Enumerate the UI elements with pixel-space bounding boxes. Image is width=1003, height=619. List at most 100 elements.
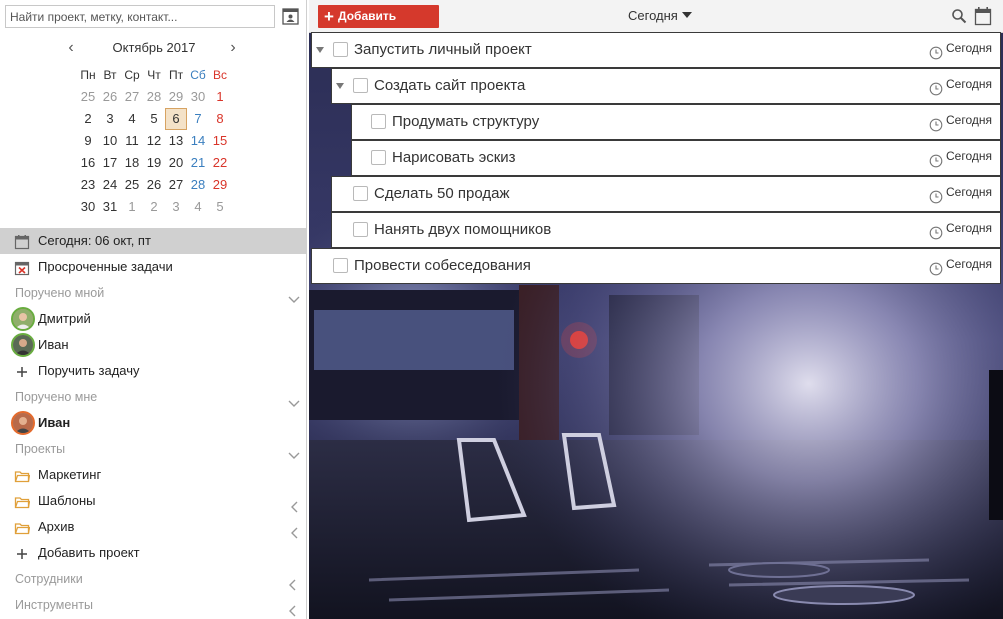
calendar-day[interactable]: 31 — [99, 196, 121, 218]
calendar-day[interactable]: 24 — [99, 174, 121, 196]
calendar-day[interactable]: 27 — [121, 86, 143, 108]
task-due-date[interactable]: Сегодня — [929, 213, 992, 243]
calendar-week-row: 25 26 27 28 29 30 1 — [77, 86, 233, 108]
calendar-day[interactable]: 15 — [209, 130, 231, 152]
task-checkbox[interactable] — [333, 258, 348, 273]
calendar-day[interactable]: 22 — [209, 152, 231, 174]
calendar-day[interactable]: 10 — [99, 130, 121, 152]
calendar-icon[interactable] — [974, 6, 992, 26]
expand-toggle-icon[interactable] — [316, 47, 324, 53]
task-title[interactable]: Нарисовать эскиз — [392, 141, 516, 174]
sidebar-item-project-archive[interactable]: Архив — [0, 514, 306, 540]
task-due-date[interactable]: Сегодня — [929, 69, 992, 99]
calendar-day[interactable]: 26 — [143, 174, 165, 196]
task-checkbox[interactable] — [371, 114, 386, 129]
calendar-day[interactable]: 3 — [165, 196, 187, 218]
calendar-day[interactable]: 17 — [99, 152, 121, 174]
due-label: Сегодня — [946, 149, 992, 163]
calendar-day[interactable]: 30 — [77, 196, 99, 218]
sidebar-item-assignee-dmitry[interactable]: Дмитрий — [0, 306, 306, 332]
task-due-date[interactable]: Сегодня — [929, 33, 992, 63]
task-title[interactable]: Провести собеседования — [354, 249, 531, 282]
section-assigned-to-me[interactable]: Поручено мне — [0, 384, 306, 410]
calendar-day[interactable]: 12 — [143, 130, 165, 152]
task-row[interactable]: Сделать 50 продаж Сегодня — [331, 176, 1001, 212]
calendar-day[interactable]: 2 — [77, 108, 99, 130]
calendar-day[interactable]: 11 — [121, 130, 143, 152]
calendar-day[interactable]: 4 — [121, 108, 143, 130]
calendar-day[interactable]: 29 — [165, 86, 187, 108]
calendar-day[interactable]: 26 — [99, 86, 121, 108]
task-row[interactable]: Создать сайт проекта Сегодня — [331, 68, 1001, 104]
calendar-day[interactable]: 2 — [143, 196, 165, 218]
calendar-day[interactable]: 9 — [77, 130, 99, 152]
calendar-day[interactable]: 20 — [165, 152, 187, 174]
sidebar-item-project-templates[interactable]: Шаблоны — [0, 488, 306, 514]
calendar-day[interactable]: 25 — [77, 86, 99, 108]
task-due-date[interactable]: Сегодня — [929, 249, 992, 279]
sidebar: ‹ Октябрь 2017 › ПнВтСрЧтПтСбВс252627282… — [0, 0, 307, 619]
calendar-day[interactable]: 4 — [187, 196, 209, 218]
calendar-day[interactable]: 30 — [187, 86, 209, 108]
calendar-day[interactable]: 18 — [121, 152, 143, 174]
prev-month-icon[interactable]: ‹ — [64, 40, 78, 56]
calendar-day[interactable]: 23 — [77, 174, 99, 196]
sidebar-item-today[interactable]: Сегодня: 06 окт, пт — [0, 228, 306, 254]
task-title[interactable]: Запустить личный проект — [354, 33, 532, 66]
task-title[interactable]: Создать сайт проекта — [374, 69, 525, 102]
section-employees[interactable]: Сотрудники — [0, 566, 306, 592]
calendar-day[interactable]: 27 — [165, 174, 187, 196]
task-title[interactable]: Продумать структуру — [392, 105, 539, 138]
task-title[interactable]: Сделать 50 продаж — [374, 177, 510, 210]
task-row[interactable]: Продумать структуру Сегодня — [351, 104, 1001, 140]
section-assigned-by-me[interactable]: Поручено мной — [0, 280, 306, 306]
calendar-day[interactable]: 13 — [165, 130, 187, 152]
add-task-button[interactable]: + Добавить задачу — [318, 5, 439, 46]
calendar-day[interactable]: 3 — [99, 108, 121, 130]
search-icon[interactable] — [951, 8, 967, 24]
task-row[interactable]: Запустить личный проект Сегодня — [311, 32, 1001, 68]
task-due-date[interactable]: Сегодня — [929, 177, 992, 207]
task-checkbox[interactable] — [353, 78, 368, 93]
calendar-day[interactable]: 1 — [121, 196, 143, 218]
task-due-date[interactable]: Сегодня — [929, 105, 992, 135]
section-tools[interactable]: Инструменты — [0, 592, 306, 618]
calendar-day[interactable]: 19 — [143, 152, 165, 174]
task-due-date[interactable]: Сегодня — [929, 141, 992, 171]
calendar-day[interactable]: 5 — [143, 108, 165, 130]
sidebar-item-assign-task[interactable]: Поручить задачу — [0, 358, 306, 384]
calendar-day[interactable]: 8 — [209, 108, 231, 130]
sidebar-item-assignee-ivan[interactable]: Иван — [0, 332, 306, 358]
task-checkbox[interactable] — [371, 150, 386, 165]
task-row[interactable]: Провести собеседования Сегодня — [311, 248, 1001, 284]
task-checkbox[interactable] — [353, 186, 368, 201]
search-row — [5, 5, 301, 29]
contacts-icon[interactable] — [281, 6, 301, 26]
task-title[interactable]: Нанять двух помощников — [374, 213, 551, 246]
calendar-day[interactable]: 6 — [165, 108, 187, 130]
sidebar-item-add-project[interactable]: Добавить проект — [0, 540, 306, 566]
calendar-day[interactable]: 21 — [187, 152, 209, 174]
section-projects[interactable]: Проекты — [0, 436, 306, 462]
date-filter-dropdown[interactable]: Сегодня — [628, 8, 692, 23]
calendar-day[interactable]: 16 — [77, 152, 99, 174]
sidebar-item-me[interactable]: Иван — [0, 410, 306, 436]
sidebar-item-overdue[interactable]: Просроченные задачи — [0, 254, 306, 280]
calendar-day[interactable]: 28 — [143, 86, 165, 108]
calendar-day[interactable]: 28 — [187, 174, 209, 196]
sidebar-item-label: Просроченные задачи — [38, 259, 173, 274]
next-month-icon[interactable]: › — [226, 40, 240, 56]
expand-toggle-icon[interactable] — [336, 83, 344, 89]
calendar-day[interactable]: 1 — [209, 86, 231, 108]
calendar-day[interactable]: 29 — [209, 174, 231, 196]
task-row[interactable]: Нарисовать эскиз Сегодня — [351, 140, 1001, 176]
calendar-day[interactable]: 25 — [121, 174, 143, 196]
calendar-day[interactable]: 5 — [209, 196, 231, 218]
task-row[interactable]: Нанять двух помощников Сегодня — [331, 212, 1001, 248]
calendar-day[interactable]: 14 — [187, 130, 209, 152]
task-checkbox[interactable] — [353, 222, 368, 237]
task-checkbox[interactable] — [333, 42, 348, 57]
calendar-day[interactable]: 7 — [187, 108, 209, 130]
search-input[interactable] — [5, 5, 275, 28]
sidebar-item-project-marketing[interactable]: Маркетинг — [0, 462, 306, 488]
